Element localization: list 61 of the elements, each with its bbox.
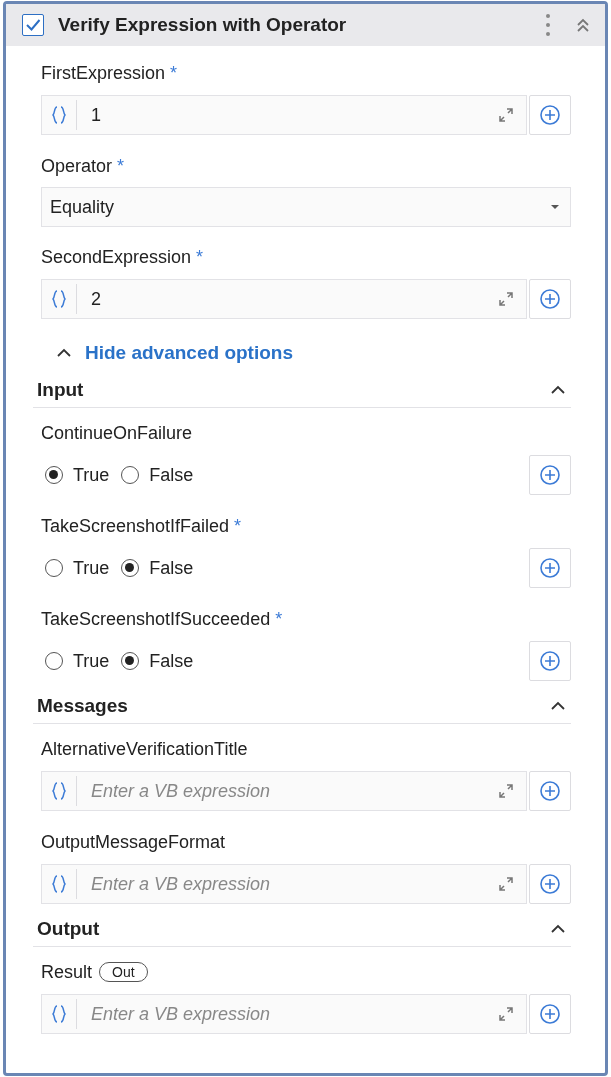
required-mark: * <box>275 608 283 630</box>
plus-circle-icon <box>539 557 561 579</box>
required-mark: * <box>234 515 242 537</box>
chevron-icon[interactable] <box>551 385 565 395</box>
expand-icon[interactable] <box>498 291 514 307</box>
expression-field[interactable]: 2 <box>41 279 527 319</box>
add-button[interactable] <box>529 641 571 681</box>
chevron-icon[interactable] <box>551 701 565 711</box>
field-label: Result <box>41 961 93 983</box>
required-mark: * <box>170 62 178 84</box>
section-title: Messages <box>37 695 128 717</box>
radio-option[interactable]: True <box>45 557 110 579</box>
checkbox[interactable] <box>22 14 44 36</box>
expand-icon[interactable] <box>498 107 514 123</box>
collapse-icon[interactable] <box>575 17 591 33</box>
plus-circle-icon <box>539 873 561 895</box>
field-label: FirstExpression <box>41 62 166 84</box>
section-title: Input <box>37 379 84 401</box>
add-button[interactable] <box>529 864 571 904</box>
radio-option[interactable]: True <box>45 650 110 672</box>
hide-advanced-link[interactable]: Hide advanced options <box>57 335 571 371</box>
section-title: Output <box>37 918 100 940</box>
plus-circle-icon <box>539 1003 561 1025</box>
add-button[interactable] <box>529 95 571 135</box>
more-icon[interactable] <box>545 13 551 37</box>
plus-circle-icon <box>539 464 561 486</box>
activity-title: Verify Expression with Operator <box>58 14 348 36</box>
field-label: OutputMessageFormat <box>41 831 226 853</box>
field-label: AlternativeVerificationTitle <box>41 738 248 760</box>
braces-icon <box>52 290 66 308</box>
radio-option[interactable]: False <box>121 464 194 486</box>
caret-icon <box>550 204 560 210</box>
field-label: TakeScreenshotIfFailed <box>41 515 230 537</box>
braces-icon <box>52 782 66 800</box>
add-button[interactable] <box>529 994 571 1034</box>
add-button[interactable] <box>529 455 571 495</box>
plus-circle-icon <box>539 650 561 672</box>
field-label: Operator <box>41 155 113 177</box>
add-button[interactable] <box>529 548 571 588</box>
plus-circle-icon <box>539 780 561 802</box>
plus-circle-icon <box>539 104 561 126</box>
expand-icon[interactable] <box>498 876 514 892</box>
radio-option[interactable]: False <box>121 557 194 579</box>
chevron-icon[interactable] <box>551 924 565 934</box>
braces-icon <box>52 106 66 124</box>
radio-option[interactable]: False <box>121 650 194 672</box>
braces-icon <box>52 1005 66 1023</box>
required-mark: * <box>196 246 204 268</box>
field-label: TakeScreenshotIfSucceeded <box>41 608 271 630</box>
radio-option[interactable]: True <box>45 464 110 486</box>
field-label: SecondExpression <box>41 246 192 268</box>
operator-dropdown[interactable]: Equality <box>41 187 571 227</box>
plus-circle-icon <box>539 288 561 310</box>
expand-icon[interactable] <box>498 783 514 799</box>
expand-icon[interactable] <box>498 1006 514 1022</box>
add-button[interactable] <box>529 279 571 319</box>
required-mark: * <box>117 155 125 177</box>
add-button[interactable] <box>529 771 571 811</box>
expression-field[interactable]: 1 <box>41 95 527 135</box>
braces-icon <box>52 875 66 893</box>
field-label: ContinueOnFailure <box>41 422 193 444</box>
